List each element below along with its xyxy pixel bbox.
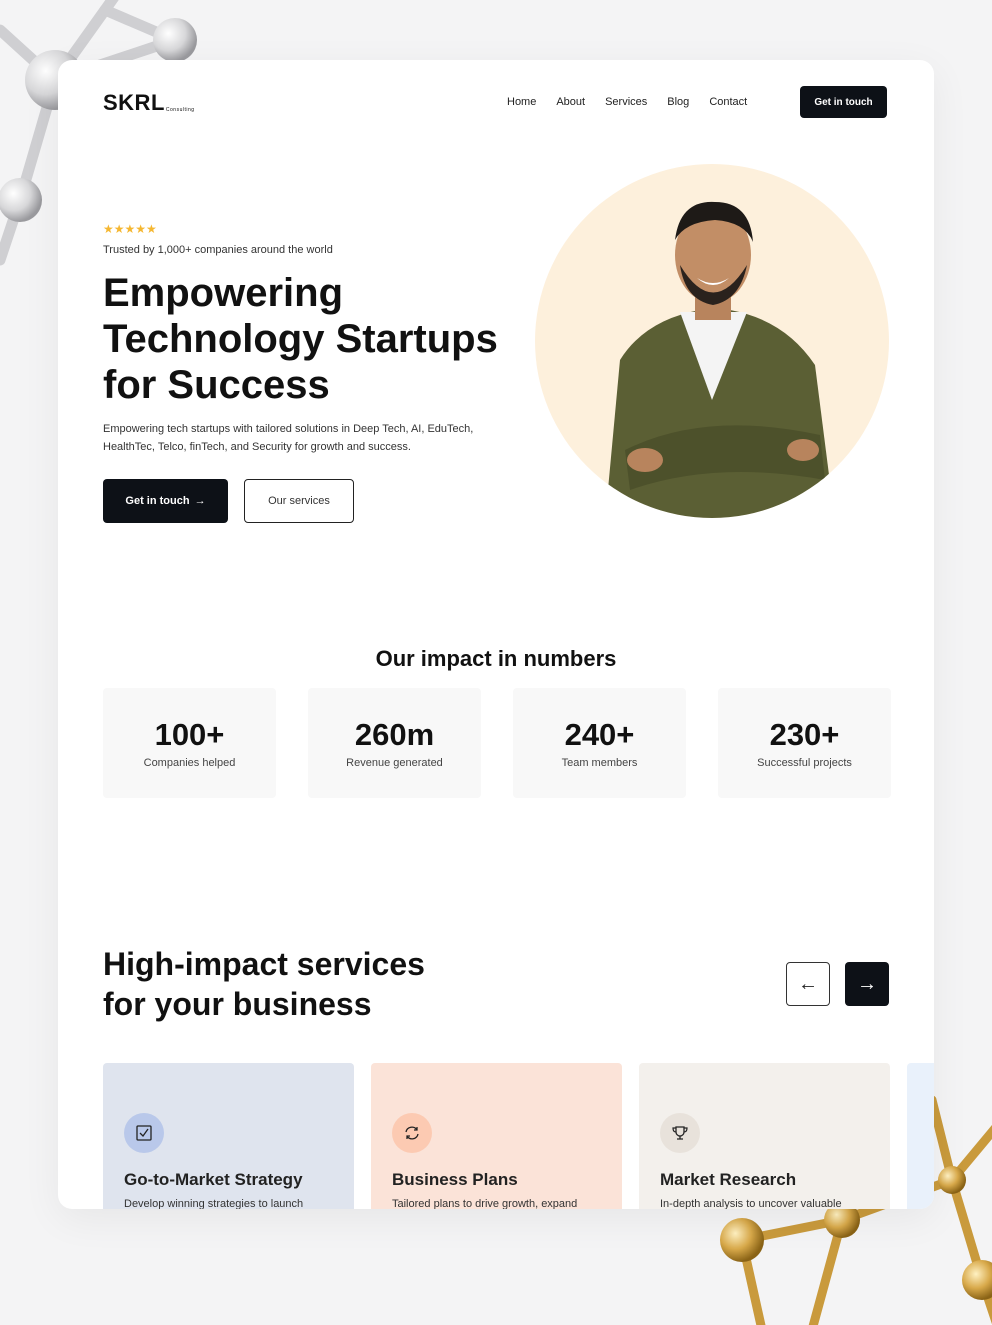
stat-card: 240+ Team members — [513, 688, 686, 798]
main-nav: Home About Services Blog Contact — [507, 96, 747, 108]
service-card-partial[interactable] — [907, 1063, 934, 1209]
nav-contact[interactable]: Contact — [709, 96, 747, 108]
nav-home[interactable]: Home — [507, 96, 536, 108]
stat-label: Successful projects — [757, 757, 852, 769]
stat-value: 100+ — [154, 717, 225, 752]
logo-text: SKRL — [103, 90, 165, 115]
hero-description: Empowering tech startups with tailored s… — [103, 423, 474, 453]
stat-card: 260m Revenue generated — [308, 688, 481, 798]
service-title: Business Plans — [392, 1170, 518, 1189]
hero-get-in-touch-label: Get in touch — [125, 495, 190, 507]
nav-about[interactable]: About — [556, 96, 585, 108]
stat-card: 100+ Companies helped — [103, 688, 276, 798]
nav-services[interactable]: Services — [605, 96, 647, 108]
logo[interactable]: SKRL Consulting — [103, 90, 195, 116]
stat-value: 230+ — [769, 717, 840, 752]
services-title: High-impact services for your business — [103, 944, 523, 1024]
our-services-button[interactable]: Our services — [244, 479, 354, 523]
trusted-text: Trusted by 1,000+ companies around the w… — [103, 244, 333, 256]
carousel-prev-button[interactable]: ← — [786, 962, 830, 1006]
service-title: Market Research — [660, 1170, 797, 1189]
arrow-right-icon: → — [857, 972, 877, 995]
arrow-left-icon: ← — [798, 972, 818, 995]
service-description: Tailored plans to drive growth, expand — [392, 1198, 578, 1209]
hero-get-in-touch-button[interactable]: Get in touch → — [103, 479, 228, 523]
impact-title: Our impact in numbers — [375, 646, 617, 671]
service-card-market-research[interactable]: Market Research In-depth analysis to unc… — [639, 1063, 890, 1209]
service-description: In-depth analysis to uncover valuable — [660, 1198, 842, 1209]
refresh-icon — [392, 1113, 432, 1153]
stat-label: Revenue generated — [346, 757, 443, 769]
stat-label: Companies helped — [143, 757, 236, 769]
service-title: Go-to-Market Strategy — [124, 1170, 303, 1189]
services-title-line2: for your business — [103, 986, 372, 1022]
service-description: Develop winning strategies to launch — [124, 1198, 304, 1209]
services-carousel: Go-to-Market Strategy Develop winning st… — [103, 1063, 934, 1209]
service-card-business-plans[interactable]: Business Plans Tailored plans to drive g… — [371, 1063, 622, 1209]
stat-card: 230+ Successful projects — [718, 688, 891, 798]
stat-value: 240+ — [564, 717, 635, 752]
header-get-in-touch-button[interactable]: Get in touch — [800, 86, 887, 118]
hero-portrait-image — [535, 164, 889, 518]
service-card-go-to-market[interactable]: Go-to-Market Strategy Develop winning st… — [103, 1063, 354, 1209]
carousel-next-button[interactable]: → — [845, 962, 889, 1006]
stat-value: 260m — [354, 717, 435, 752]
trophy-icon — [660, 1113, 700, 1153]
stat-label: Team members — [561, 757, 638, 769]
rating-stars: ★★★★★ — [103, 222, 157, 236]
nav-blog[interactable]: Blog — [667, 96, 689, 108]
hero-title: Empowering Technology Startups for Succe… — [103, 271, 498, 407]
checkbox-icon — [124, 1113, 164, 1153]
arrow-right-icon: → — [194, 495, 206, 507]
services-title-line1: High-impact services — [103, 946, 425, 982]
landing-page: SKRL Consulting Home About Services Blog… — [58, 60, 934, 1209]
logo-subtext: Consulting — [165, 107, 195, 113]
stats-row: 100+ Companies helped 260m Revenue gener… — [103, 688, 891, 798]
